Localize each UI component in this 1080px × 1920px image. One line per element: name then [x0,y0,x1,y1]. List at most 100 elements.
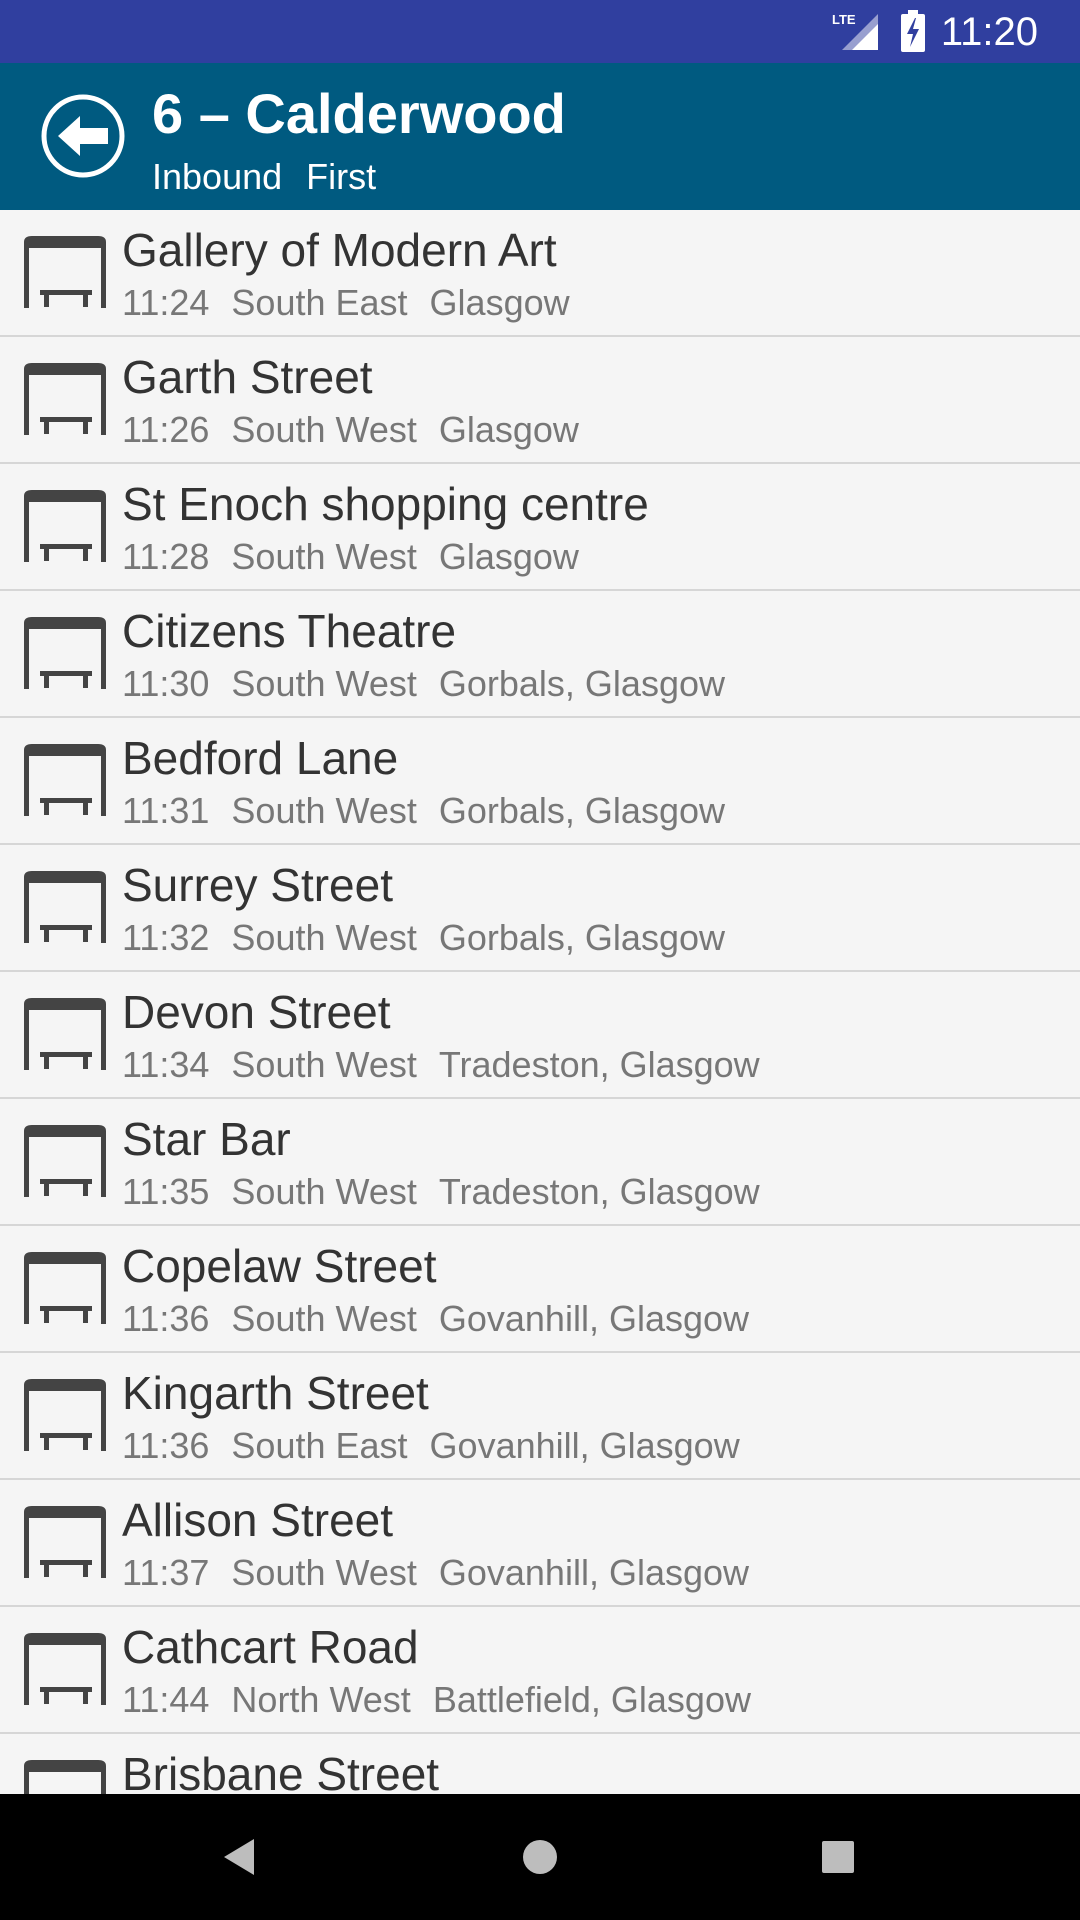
bus-stop-icon [20,1377,110,1457]
stop-bearing: South West [231,1044,417,1085]
bus-stop-icon [20,1250,110,1330]
stop-name: Cathcart Road [122,1621,419,1673]
stop-time: 11:34 [122,1044,210,1085]
stop-time: 11:35 [122,1171,210,1212]
stop-name: Devon Street [122,986,391,1038]
stop-bearing: South West [231,790,417,831]
page-title: 6 – Calderwood [152,82,566,145]
stop-locality: Glasgow [429,282,570,323]
stop-name: Bedford Lane [122,732,399,784]
bus-stop-icon [20,742,110,822]
bus-stop-icon [20,488,110,568]
stop-time: 11:24 [122,282,210,323]
stop-name: St Enoch shopping centre [122,478,649,530]
home-circle-icon[interactable] [510,1827,570,1887]
stop-details: 11:30 South West Gorbals, Glasgow [122,663,747,705]
stop-name: Copelaw Street [122,1240,437,1292]
stop-time: 11:31 [122,790,210,831]
stop-list-item[interactable]: Star Bar 11:35 South West Tradeston, Glasgo… [0,1099,1080,1226]
stop-details: 11:28 South West Glasgow [122,536,601,578]
stop-bearing: South West [231,663,417,704]
status-bar: LTE 11:20 [0,0,1080,63]
stop-locality: Tradeston, Glasgow [438,1171,760,1212]
stop-list-item[interactable]: Allison Street 11:37 South West Govanhill, … [0,1480,1080,1607]
stop-bearing: South East [231,282,408,323]
stop-name: Allison Street [122,1494,394,1546]
bus-stop-icon [20,1631,110,1711]
stop-name: Kingarth Street [122,1367,429,1419]
back-triangle-icon[interactable] [210,1827,270,1887]
stop-time: 11:44 [122,1679,210,1720]
stop-details: 11:35 South West Tradeston, Glasgow [122,1171,782,1213]
stop-bearing: South West [231,1171,417,1212]
stop-time: 11:28 [122,536,210,577]
recents-square-icon[interactable] [808,1827,868,1887]
stop-locality: Glasgow [438,536,579,577]
stop-locality: Govanhill, Glasgow [429,1425,740,1466]
stop-details: 11:24 South East Glasgow [122,282,592,324]
stop-list-item[interactable]: Cathcart Road 11:44 North West Battlefield,… [0,1607,1080,1734]
stop-bearing: South West [231,1298,417,1339]
stop-name: Surrey Street [122,859,393,911]
back-arrow-icon[interactable] [40,93,126,179]
stop-list-item[interactable]: Brisbane Street [0,1734,1080,1794]
stop-locality: Gorbals, Glasgow [438,917,725,958]
stop-bearing: South East [231,1425,408,1466]
stop-time: 11:30 [122,663,210,704]
stop-name: Gallery of Modern Art [122,224,557,276]
stop-list-item[interactable]: Kingarth Street 11:36 South East Govanhill,… [0,1353,1080,1480]
stop-list-item[interactable]: St Enoch shopping centre 11:28 South West G… [0,464,1080,591]
stop-name: Citizens Theatre [122,605,457,657]
stop-details: 11:36 South East Govanhill, Glasgow [122,1425,762,1467]
stop-list-item[interactable]: Surrey Street 11:32 South West Gorbals, Gla… [0,845,1080,972]
stop-list-item[interactable]: Copelaw Street 11:36 South West Govanhill, … [0,1226,1080,1353]
stop-bearing: South West [231,1552,417,1593]
lte-signal-icon: LTE [832,12,878,50]
stop-time: 11:36 [122,1425,210,1466]
battery-charging-icon [901,10,925,52]
stop-bearing: South West [231,917,417,958]
stop-list[interactable]: Gallery of Modern Art 11:24 South East Glas… [0,210,1080,1794]
route-operator: First [306,156,377,197]
stop-name: Star Bar [122,1113,291,1165]
navigation-bar [0,1794,1080,1920]
stop-time: 11:26 [122,409,210,450]
stop-list-item[interactable]: Garth Street 11:26 South West Glasgow [0,337,1080,464]
stop-time: 11:37 [122,1552,210,1593]
bus-stop-icon [20,1504,110,1584]
svg-text:LTE: LTE [832,12,856,27]
stop-bearing: South West [231,409,417,450]
stop-list-item[interactable]: Gallery of Modern Art 11:24 South East Glas… [0,210,1080,337]
bus-stop-icon [20,1758,110,1794]
bus-stop-icon [20,869,110,949]
status-time: 11:20 [940,10,1038,54]
stop-list-item[interactable]: Bedford Lane 11:31 South West Gorbals, Glas… [0,718,1080,845]
bus-stop-icon [20,361,110,441]
stop-locality: Gorbals, Glasgow [438,790,725,831]
stop-details: 11:44 North West Battlefield, Glasgow [122,1679,773,1721]
stop-list-item[interactable]: Devon Street 11:34 South West Tradeston, Gl… [0,972,1080,1099]
stop-name: Garth Street [122,351,373,403]
bus-stop-icon [20,615,110,695]
bus-stop-icon [20,234,110,314]
stop-name: Brisbane Street [122,1748,440,1794]
stop-details: 11:36 South West Govanhill, Glasgow [122,1298,771,1340]
stop-locality: Govanhill, Glasgow [438,1552,750,1593]
stop-bearing: South West [231,536,417,577]
app-bar: 6 – Calderwood Inbound First [0,63,1080,210]
stop-bearing: North West [231,1679,411,1720]
stop-list-item[interactable]: Citizens Theatre 11:30 South West Gorbals, … [0,591,1080,718]
stop-locality: Tradeston, Glasgow [438,1044,760,1085]
stop-locality: Glasgow [438,409,579,450]
stop-time: 11:32 [122,917,210,958]
stop-locality: Govanhill, Glasgow [438,1298,750,1339]
stop-details: 11:37 South West Govanhill, Glasgow [122,1552,771,1594]
stop-details: 11:26 South West Glasgow [122,409,601,451]
stop-details: 11:32 South West Gorbals, Glasgow [122,917,747,959]
route-subtitle: Inbound First [152,155,376,199]
bus-stop-icon [20,1123,110,1203]
stop-time: 11:36 [122,1298,210,1339]
stop-details: 11:31 South West Gorbals, Glasgow [122,790,747,832]
route-direction: Inbound [152,156,283,197]
bus-stop-icon [20,996,110,1076]
